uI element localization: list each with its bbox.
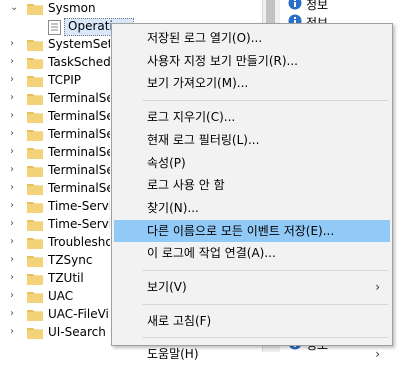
menu-item-label: 다른 이름으로 모든 이벤트 저장(E)... [147, 223, 335, 238]
chevron-right-icon[interactable]: › [10, 309, 19, 319]
chevron-right-icon[interactable]: › [10, 273, 19, 283]
menu-item[interactable]: 이 로그에 작업 연결(A)... [114, 242, 390, 264]
level-text: 정보 [306, 0, 329, 12]
tree-node-label: TZSync [48, 253, 93, 267]
menu-item[interactable]: 로그 지우기(C)... [114, 106, 390, 128]
tree-node-sysmon[interactable]: ⌄ Sysmon [0, 0, 262, 18]
chevron-right-icon[interactable]: › [10, 219, 19, 229]
folder-icon [27, 184, 43, 195]
chevron-right-icon[interactable]: › [10, 57, 19, 67]
menu-item-label: 이 로그에 작업 연결(A)... [147, 246, 276, 261]
log-file-icon [48, 20, 61, 35]
tree-node-label: Sysmon [48, 1, 96, 15]
folder-icon [27, 94, 43, 105]
menu-item-label: 사용자 지정 보기 만들기(R)... [147, 53, 298, 68]
tree-node-label: Time-Service [48, 199, 110, 213]
folder-icon [27, 292, 43, 303]
submenu-arrow-icon: › [375, 280, 380, 294]
folder-icon [27, 220, 43, 231]
folder-icon [27, 112, 43, 123]
menu-item[interactable]: 사용자 지정 보기 만들기(R)... [114, 50, 390, 72]
tree-node-label: TZUtil [48, 271, 84, 285]
folder-icon [27, 76, 43, 87]
chevron-right-icon[interactable]: › [10, 129, 19, 139]
tree-node-label: SystemSettings [48, 37, 110, 51]
tree-node-label: TerminalServices-LocalSessionManager [48, 109, 110, 123]
menu-item[interactable]: 현재 로그 필터링(L)... [114, 129, 390, 151]
menu-item[interactable]: 보기(V) › [114, 276, 390, 298]
folder-icon [27, 256, 43, 267]
tree-node-label: TaskScheduler [48, 55, 110, 69]
folder-icon [27, 130, 43, 141]
tree-node-label: TerminalServices-PnPDevices [48, 127, 110, 141]
tree-node-label: Troubleshooting-Recommended [48, 235, 110, 249]
chevron-right-icon[interactable]: › [10, 75, 19, 85]
folder-icon [27, 310, 43, 321]
folder-icon [27, 4, 43, 15]
menu-item-label: 현재 로그 필터링(L)... [147, 132, 260, 147]
tree-node-label: TerminalServices-Printers [48, 145, 110, 159]
menu-item[interactable]: 속성(P) [114, 152, 390, 174]
chevron-right-icon[interactable]: › [10, 111, 19, 121]
tree-node-label: TCPIP [48, 73, 82, 87]
menu-item-label: 도움말(H) [147, 347, 199, 362]
info-icon [288, 0, 302, 10]
menu-separator [142, 337, 388, 339]
menu-item-label: 찾기(N)... [147, 200, 199, 215]
tree-node-label: UAC-FileVirtualization [48, 307, 110, 321]
menu-separator [142, 270, 388, 271]
menu-item-label: 보기 가져오기(M)... [147, 76, 249, 91]
tree-node-label: TerminalServices-RemoteConnectionManager [48, 163, 110, 177]
menu-item[interactable]: 로그 사용 안 함 [114, 174, 390, 196]
menu-item-label: 속성(P) [147, 155, 186, 170]
chevron-right-icon[interactable]: › [10, 201, 19, 211]
menu-item[interactable]: 도움말(H) › [114, 343, 390, 365]
chevron-right-icon[interactable]: › [10, 39, 19, 49]
menu-item-label: 로그 지우기(C)... [147, 110, 236, 125]
chevron-right-icon[interactable]: › [10, 147, 19, 157]
tree-node-label: Time-Service-PTP-Provider [48, 217, 110, 231]
menu-separator [142, 100, 388, 102]
tree-node-label: UI-Search [48, 325, 106, 339]
menu-item-label: 새로 고침(F) [147, 313, 212, 328]
folder-icon [27, 274, 43, 285]
tree-node-label: TerminalServices-ClientUSBDevices [48, 91, 110, 105]
menu-item-label: 저장된 로그 열기(O)... [147, 31, 263, 45]
submenu-arrow-icon: › [375, 347, 380, 362]
chevron-right-icon[interactable]: › [10, 165, 19, 175]
menu-item[interactable]: 찾기(N)... [114, 197, 390, 219]
chevron-right-icon[interactable]: › [10, 291, 19, 301]
chevron-down-icon[interactable]: ⌄ [10, 3, 19, 13]
menu-item-label: 로그 사용 안 함 [147, 178, 225, 193]
folder-icon [27, 202, 43, 213]
folder-icon [27, 328, 43, 339]
menu-item[interactable]: 다른 이름으로 모든 이벤트 저장(E)... [114, 219, 390, 242]
chevron-right-icon[interactable]: › [10, 237, 19, 247]
folder-icon [27, 58, 43, 69]
chevron-right-icon[interactable]: › [10, 327, 19, 337]
chevron-right-icon[interactable]: › [10, 255, 19, 265]
folder-icon [27, 148, 43, 159]
chevron-right-icon[interactable]: › [10, 183, 19, 193]
tree-node-label: UAC [48, 289, 74, 303]
chevron-right-icon[interactable]: › [10, 93, 19, 103]
tree-node-label: TerminalServices-SessionBroker-Client [48, 181, 110, 195]
folder-icon [27, 40, 43, 51]
menu-item[interactable]: 보기 가져오기(M)... [114, 72, 390, 94]
folder-icon [27, 166, 43, 177]
context-menu: 저장된 로그 열기(O)... 사용자 지정 보기 만들기(R)... 보기 가져오… [111, 23, 393, 361]
menu-item[interactable]: 저장된 로그 열기(O)... [114, 27, 390, 49]
folder-icon [27, 238, 43, 249]
menu-separator [142, 303, 388, 305]
menu-item-label: 보기(V) [147, 280, 187, 294]
menu-item[interactable]: 새로 고침(F) [114, 310, 390, 332]
